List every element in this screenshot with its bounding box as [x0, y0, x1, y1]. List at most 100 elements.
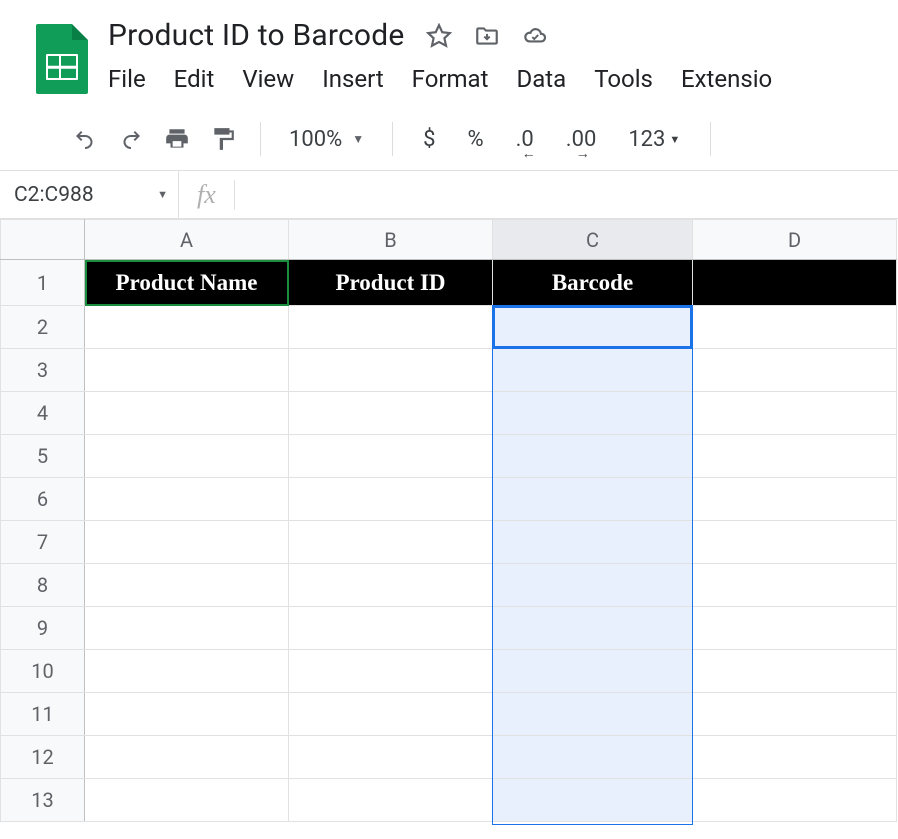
row-header-6[interactable]: 6: [1, 478, 85, 521]
cell-D13[interactable]: [693, 779, 897, 822]
cell-A3[interactable]: [85, 349, 289, 392]
column-header-A[interactable]: A: [85, 220, 289, 260]
cell-A11[interactable]: [85, 693, 289, 736]
app-header: Product ID to Barcode File Edit View Ins…: [0, 0, 898, 94]
fx-label: fx: [179, 180, 234, 210]
cell-C12[interactable]: [493, 736, 693, 779]
menu-data[interactable]: Data: [516, 65, 566, 93]
cell-D10[interactable]: [693, 650, 897, 693]
more-formats-dropdown[interactable]: 123 ▼: [620, 127, 688, 152]
row-header-9[interactable]: 9: [1, 607, 85, 650]
redo-icon[interactable]: [116, 124, 146, 154]
row-header-1[interactable]: 1: [1, 260, 85, 306]
cell-C5[interactable]: [493, 435, 693, 478]
cell-D8[interactable]: [693, 564, 897, 607]
cell-A13[interactable]: [85, 779, 289, 822]
menu-tools[interactable]: Tools: [594, 65, 653, 93]
format-percent-button[interactable]: %: [459, 127, 491, 152]
row-header-8[interactable]: 8: [1, 564, 85, 607]
print-icon[interactable]: [162, 124, 192, 154]
cell-B13[interactable]: [289, 779, 493, 822]
cell-A2[interactable]: [85, 306, 289, 349]
cell-B11[interactable]: [289, 693, 493, 736]
sheets-logo-icon[interactable]: [36, 24, 88, 94]
format-currency-button[interactable]: $: [415, 127, 443, 152]
column-header-B[interactable]: B: [289, 220, 493, 260]
name-box[interactable]: C2:C988 ▼: [0, 171, 178, 218]
undo-icon[interactable]: [70, 124, 100, 154]
menu-insert[interactable]: Insert: [322, 65, 383, 93]
document-title[interactable]: Product ID to Barcode: [108, 18, 404, 53]
cell-C10[interactable]: [493, 650, 693, 693]
cell-A4[interactable]: [85, 392, 289, 435]
cell-B7[interactable]: [289, 521, 493, 564]
cell-B6[interactable]: [289, 478, 493, 521]
cell-C2[interactable]: [493, 306, 693, 349]
row-header-4[interactable]: 4: [1, 392, 85, 435]
column-header-C[interactable]: C: [493, 220, 693, 260]
menu-format[interactable]: Format: [412, 65, 489, 93]
row-header-10[interactable]: 10: [1, 650, 85, 693]
cell-A1[interactable]: Product Name: [85, 260, 289, 306]
cell-A12[interactable]: [85, 736, 289, 779]
cell-B4[interactable]: [289, 392, 493, 435]
row-header-5[interactable]: 5: [1, 435, 85, 478]
cell-C4[interactable]: [493, 392, 693, 435]
cell-C7[interactable]: [493, 521, 693, 564]
row-header-3[interactable]: 3: [1, 349, 85, 392]
cell-D7[interactable]: [693, 521, 897, 564]
cell-C9[interactable]: [493, 607, 693, 650]
row-header-2[interactable]: 2: [1, 306, 85, 349]
cell-D11[interactable]: [693, 693, 897, 736]
cell-B2[interactable]: [289, 306, 493, 349]
cell-B9[interactable]: [289, 607, 493, 650]
menu-edit[interactable]: Edit: [174, 65, 215, 93]
cell-C1[interactable]: Barcode: [493, 260, 693, 306]
zoom-dropdown[interactable]: 100% ▼: [283, 127, 370, 152]
menu-view[interactable]: View: [242, 65, 294, 93]
row-header-12[interactable]: 12: [1, 736, 85, 779]
cell-C6[interactable]: [493, 478, 693, 521]
cell-D4[interactable]: [693, 392, 897, 435]
menu-extensions[interactable]: Extensio: [681, 65, 772, 93]
cell-B12[interactable]: [289, 736, 493, 779]
cell-D1[interactable]: [693, 260, 897, 306]
caret-down-icon: ▼: [157, 188, 168, 201]
cell-C8[interactable]: [493, 564, 693, 607]
move-folder-icon[interactable]: [474, 23, 500, 49]
decrease-decimal-button[interactable]: .0 ←: [508, 127, 542, 152]
cell-B10[interactable]: [289, 650, 493, 693]
cell-D2[interactable]: [693, 306, 897, 349]
row-header-11[interactable]: 11: [1, 693, 85, 736]
cell-C3[interactable]: [493, 349, 693, 392]
cell-B5[interactable]: [289, 435, 493, 478]
cell-A10[interactable]: [85, 650, 289, 693]
cell-D3[interactable]: [693, 349, 897, 392]
cell-D5[interactable]: [693, 435, 897, 478]
cell-A9[interactable]: [85, 607, 289, 650]
cell-A7[interactable]: [85, 521, 289, 564]
formula-input[interactable]: [235, 171, 898, 218]
row-header-7[interactable]: 7: [1, 521, 85, 564]
increase-decimal-button[interactable]: .00 →: [558, 127, 605, 152]
row-header-13[interactable]: 13: [1, 779, 85, 822]
select-all-cell[interactable]: [1, 220, 85, 260]
toolbar-divider: [710, 122, 711, 156]
cell-B8[interactable]: [289, 564, 493, 607]
cell-A6[interactable]: [85, 478, 289, 521]
cell-C11[interactable]: [493, 693, 693, 736]
menu-file[interactable]: File: [108, 65, 146, 93]
column-header-D[interactable]: D: [693, 220, 897, 260]
title-area: Product ID to Barcode File Edit View Ins…: [108, 18, 772, 93]
cell-B3[interactable]: [289, 349, 493, 392]
paint-format-icon[interactable]: [208, 124, 238, 154]
cell-C13[interactable]: [493, 779, 693, 822]
cell-A5[interactable]: [85, 435, 289, 478]
cell-A8[interactable]: [85, 564, 289, 607]
star-icon[interactable]: [426, 23, 452, 49]
cell-D6[interactable]: [693, 478, 897, 521]
cell-B1[interactable]: Product ID: [289, 260, 493, 306]
cell-D12[interactable]: [693, 736, 897, 779]
cloud-status-icon[interactable]: [522, 23, 548, 49]
cell-D9[interactable]: [693, 607, 897, 650]
